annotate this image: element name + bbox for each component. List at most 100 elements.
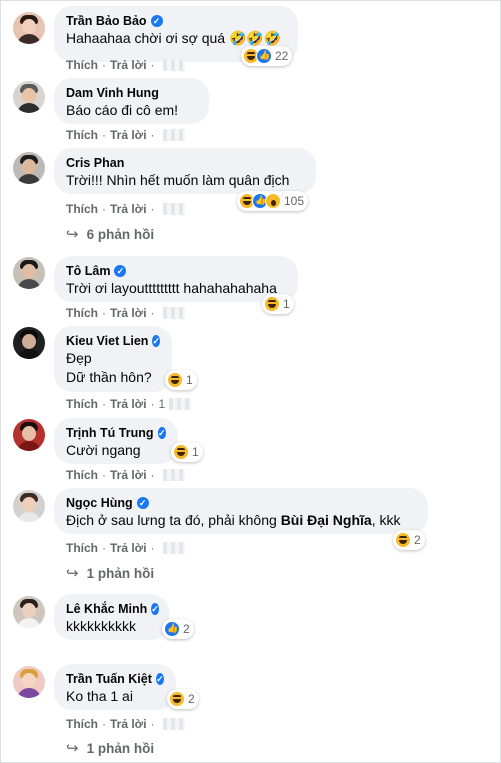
reply-button[interactable]: Trả lời xyxy=(110,397,147,411)
view-replies-link[interactable]: ↪ 1 phản hồi xyxy=(66,564,154,582)
like-button[interactable]: Thích xyxy=(66,58,98,72)
comment-text-line: Dữ thần hôn? xyxy=(66,369,152,385)
reaction-count: 22 xyxy=(275,49,289,63)
reaction-count: 2 xyxy=(414,533,421,547)
like-button[interactable]: Thích xyxy=(66,202,98,216)
reply-button[interactable]: Trả lời xyxy=(110,541,147,555)
reply-arrow-icon: ↪ xyxy=(66,226,79,243)
verified-badge-icon: ✓ xyxy=(150,15,163,27)
reply-button[interactable]: Trả lời xyxy=(110,306,147,320)
comment-text: Cười ngang xyxy=(66,442,141,458)
wow-reaction-icon xyxy=(265,193,281,209)
comment-bubble: Kieu Viet Lien ✓ Đẹp Dữ thần hôn? xyxy=(54,326,172,392)
timestamp-redacted xyxy=(162,129,185,141)
reply-arrow-icon: ↪ xyxy=(66,740,79,757)
comment-text: kkkkkkkkkk xyxy=(66,618,136,634)
reaction-count: 1 xyxy=(283,297,290,311)
reply-button[interactable]: Trả lời xyxy=(110,58,147,72)
comment-text: Trời ơi layouttttttttt hahahahahaha xyxy=(66,280,277,296)
commenter-name[interactable]: Kieu Viet Lien xyxy=(66,333,148,349)
like-button[interactable]: Thích xyxy=(66,397,98,411)
reaction-summary[interactable]: 22 xyxy=(241,46,293,66)
comment-text-line: Đẹp xyxy=(66,350,92,366)
commenter-name[interactable]: Dam Vinh Hung xyxy=(66,85,159,101)
like-button[interactable]: Thích xyxy=(66,717,98,731)
commenter-name[interactable]: Trịnh Tú Trung xyxy=(66,425,154,441)
like-button[interactable]: Thích xyxy=(66,306,98,320)
reaction-summary[interactable]: 105 xyxy=(237,191,309,211)
reaction-count: 2 xyxy=(183,622,190,636)
reaction-summary[interactable]: 2 xyxy=(162,619,194,639)
comment-actions: Thích · Trả lời · xyxy=(66,128,185,142)
verified-badge-icon: ✓ xyxy=(136,497,149,509)
comment-bubble: Ngọc Hùng ✓ Địch ở sau lưng ta đó, phải k… xyxy=(54,488,428,534)
verified-badge-icon: ✓ xyxy=(151,603,159,615)
comment-actions: Thích · Trả lời · xyxy=(66,717,185,731)
comment-text: Địch ở sau lưng ta đó, phải không Bùi Đạ… xyxy=(66,512,401,528)
timestamp-redacted xyxy=(162,59,185,71)
timestamp-redacted xyxy=(162,307,185,319)
comment-text: Trời!!! Nhìn hết muốn làm quân địch xyxy=(66,172,290,188)
verified-badge-icon: ✓ xyxy=(114,265,127,277)
reaction-count: 1 xyxy=(186,373,193,387)
comment-actions: Thích · Trả lời · xyxy=(66,58,185,72)
reaction-summary[interactable]: 1 xyxy=(262,294,294,314)
timestamp[interactable]: 1 xyxy=(159,397,166,411)
commenter-name[interactable]: Tô Lâm xyxy=(66,263,110,279)
haha-reaction-icon xyxy=(264,296,280,312)
timestamp-redacted xyxy=(162,203,185,215)
avatar[interactable] xyxy=(13,12,45,44)
haha-reaction-icon xyxy=(395,532,411,548)
reply-arrow-icon: ↪ xyxy=(66,565,79,582)
mention-link[interactable]: Bùi Đại Nghĩa xyxy=(281,512,372,528)
like-button[interactable]: Thích xyxy=(66,128,98,142)
avatar[interactable] xyxy=(13,327,45,359)
reaction-count: 2 xyxy=(188,692,195,706)
comment-text: Ko tha 1 ai xyxy=(66,688,133,704)
commenter-name[interactable]: Cris Phan xyxy=(66,155,124,171)
reply-button[interactable]: Trả lời xyxy=(110,128,147,142)
view-replies-link[interactable]: ↪ 1 phản hồi xyxy=(66,739,154,757)
reply-button[interactable]: Trả lời xyxy=(110,202,147,216)
reaction-summary[interactable]: 1 xyxy=(171,442,203,462)
verified-badge-icon: ✓ xyxy=(152,335,160,347)
avatar[interactable] xyxy=(13,257,45,289)
comment-actions: Thích · Trả lời · xyxy=(66,306,185,320)
comment-bubble: Trịnh Tú Trung ✓ Cười ngang xyxy=(54,418,178,464)
commenter-name[interactable]: Lê Khắc Minh xyxy=(66,601,147,617)
avatar[interactable] xyxy=(13,490,45,522)
like-button[interactable]: Thích xyxy=(66,541,98,555)
timestamp-redacted xyxy=(162,542,185,554)
view-replies-link[interactable]: ↪ 6 phản hồi xyxy=(66,225,154,243)
reaction-count: 1 xyxy=(192,445,199,459)
like-reaction-icon xyxy=(256,48,272,64)
comment-bubble: Cris Phan Trời!!! Nhìn hết muốn làm quân… xyxy=(54,148,316,194)
comment-actions: Thích · Trả lời · xyxy=(66,468,185,482)
like-reaction-icon xyxy=(164,621,180,637)
verified-badge-icon: ✓ xyxy=(155,673,164,685)
avatar[interactable] xyxy=(13,81,45,113)
avatar[interactable] xyxy=(13,152,45,184)
haha-reaction-icon xyxy=(169,691,185,707)
avatar[interactable] xyxy=(13,596,45,628)
reaction-count: 105 xyxy=(284,194,305,208)
timestamp-redacted xyxy=(162,469,185,481)
reaction-summary[interactable]: 2 xyxy=(167,689,199,709)
reaction-summary[interactable]: 1 xyxy=(165,370,197,390)
timestamp-redacted xyxy=(162,718,185,730)
comment-bubble: Lê Khắc Minh ✓ kkkkkkkkkk xyxy=(54,594,169,640)
verified-badge-icon: ✓ xyxy=(157,427,166,439)
like-button[interactable]: Thích xyxy=(66,468,98,482)
reply-button[interactable]: Trả lời xyxy=(110,717,147,731)
reply-button[interactable]: Trả lời xyxy=(110,468,147,482)
reaction-summary[interactable]: 2 xyxy=(393,530,425,550)
comment-bubble: Trần Tuấn Kiệt ✓ Ko tha 1 ai xyxy=(54,664,176,710)
commenter-name[interactable]: Trần Tuấn Kiệt xyxy=(66,671,152,687)
comment-bubble: Dam Vinh Hung Báo cáo đi cô em! xyxy=(54,78,209,124)
commenter-name[interactable]: Ngọc Hùng xyxy=(66,495,133,511)
comment-actions: Thích · Trả lời · 1 xyxy=(66,397,192,411)
avatar[interactable] xyxy=(13,666,45,698)
commenter-name[interactable]: Trần Bảo Bảo xyxy=(66,13,147,29)
comment-actions: Thích · Trả lời · xyxy=(66,541,185,555)
avatar[interactable] xyxy=(13,419,45,451)
